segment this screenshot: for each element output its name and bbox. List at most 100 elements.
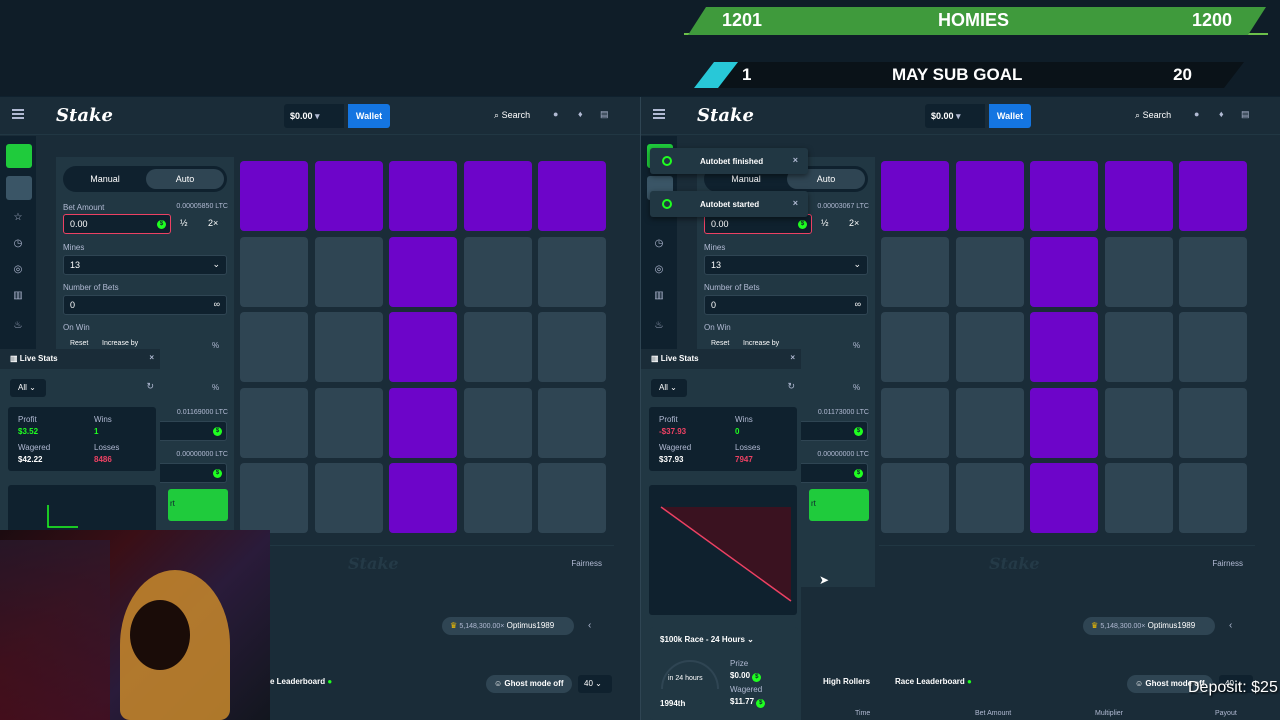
- trophy-icon[interactable]: ▥: [11, 290, 25, 304]
- hidden-tile[interactable]: [1179, 463, 1247, 533]
- hidden-tile[interactable]: [1179, 236, 1247, 307]
- balance-display[interactable]: $0.00 ▾: [284, 104, 344, 128]
- hidden-tile[interactable]: [463, 236, 532, 307]
- hidden-tile[interactable]: [881, 463, 949, 533]
- revealed-tile[interactable]: [463, 161, 532, 231]
- increase-button[interactable]: Increase by: [102, 340, 138, 347]
- number-of-bets-input[interactable]: 0 ∞: [63, 295, 227, 315]
- hidden-tile[interactable]: [240, 312, 308, 382]
- revealed-tile[interactable]: [955, 161, 1024, 231]
- tab-high-rollers[interactable]: High Rollers: [823, 677, 870, 686]
- notifications-icon[interactable]: ♦: [578, 109, 588, 119]
- revealed-tile[interactable]: [1030, 161, 1098, 231]
- hidden-tile[interactable]: [314, 387, 383, 458]
- history-icon[interactable]: ◷: [11, 238, 25, 252]
- notifications-icon[interactable]: ♦: [1219, 109, 1229, 119]
- close-icon[interactable]: ×: [790, 353, 795, 362]
- fire-icon[interactable]: ♨: [652, 320, 666, 334]
- hidden-tile[interactable]: [314, 312, 383, 382]
- hidden-tile[interactable]: [240, 387, 308, 458]
- chat-icon[interactable]: ▤: [600, 109, 610, 119]
- hidden-tile[interactable]: [1104, 236, 1173, 307]
- increase-button[interactable]: Increase by: [743, 340, 779, 347]
- hidden-tile[interactable]: [538, 236, 606, 307]
- chat-icon[interactable]: ▤: [1241, 109, 1251, 119]
- fairness-link[interactable]: Fairness: [1212, 559, 1243, 568]
- target-icon[interactable]: ◎: [11, 264, 25, 278]
- hidden-tile[interactable]: [1104, 463, 1173, 533]
- menu-icon[interactable]: [12, 109, 24, 119]
- fire-icon[interactable]: ♨: [11, 320, 25, 334]
- tab-manual[interactable]: Manual: [66, 169, 144, 189]
- revealed-tile[interactable]: [538, 161, 606, 231]
- close-icon[interactable]: ×: [793, 198, 798, 208]
- hidden-tile[interactable]: [463, 387, 532, 458]
- revealed-tile[interactable]: [389, 161, 457, 231]
- bet-amount-input[interactable]: 0.00 $: [63, 214, 171, 234]
- trophy-icon[interactable]: ▥: [652, 290, 666, 304]
- wallet-button[interactable]: Wallet: [348, 104, 390, 128]
- hidden-tile[interactable]: [1104, 387, 1173, 458]
- half-button[interactable]: ½: [180, 218, 188, 228]
- close-icon[interactable]: ×: [793, 155, 798, 165]
- revealed-tile[interactable]: [1104, 161, 1173, 231]
- hidden-tile[interactable]: [955, 463, 1024, 533]
- revealed-tile[interactable]: [1030, 387, 1098, 458]
- chevron-left-icon[interactable]: ‹: [588, 620, 591, 631]
- hidden-tile[interactable]: [955, 387, 1024, 458]
- revealed-tile[interactable]: [881, 161, 949, 231]
- hidden-tile[interactable]: [955, 312, 1024, 382]
- double-button[interactable]: 2×: [208, 218, 218, 228]
- half-button[interactable]: ½: [821, 218, 829, 228]
- revealed-tile[interactable]: [1030, 312, 1098, 382]
- wallet-button[interactable]: Wallet: [989, 104, 1031, 128]
- revealed-tile[interactable]: [314, 161, 383, 231]
- race-title[interactable]: $100k Race - 24 Hours ⌄: [660, 635, 754, 644]
- history-icon[interactable]: ◷: [652, 238, 666, 252]
- menu-icon[interactable]: [653, 109, 665, 119]
- stats-filter-select[interactable]: All ⌄: [10, 379, 46, 397]
- revealed-tile[interactable]: [389, 312, 457, 382]
- refresh-icon[interactable]: ↻: [146, 381, 154, 392]
- mines-select[interactable]: 13 ⌄: [704, 255, 868, 275]
- page-size-select[interactable]: 40 ⌄: [578, 675, 612, 693]
- refresh-icon[interactable]: ↻: [787, 381, 795, 392]
- star-icon[interactable]: ☆: [11, 212, 25, 226]
- mines-game-thumb[interactable]: [6, 144, 32, 168]
- revealed-tile[interactable]: [389, 387, 457, 458]
- user-icon[interactable]: ●: [1194, 109, 1204, 119]
- revealed-tile[interactable]: [240, 161, 308, 231]
- ghost-mode-toggle[interactable]: ☺ Ghost mode off: [486, 675, 572, 693]
- hidden-tile[interactable]: [463, 463, 532, 533]
- hidden-tile[interactable]: [881, 312, 949, 382]
- hidden-tile[interactable]: [314, 236, 383, 307]
- tab-leaderboard[interactable]: e Leaderboard ●: [270, 677, 332, 686]
- search-button[interactable]: ⌕ Search: [1135, 110, 1171, 121]
- number-of-bets-input[interactable]: 0 ∞: [704, 295, 868, 315]
- hidden-tile[interactable]: [1104, 312, 1173, 382]
- revealed-tile[interactable]: [1030, 463, 1098, 533]
- stake-logo[interactable]: Stake: [56, 105, 113, 126]
- close-icon[interactable]: ×: [149, 353, 154, 362]
- reset-button[interactable]: Reset: [70, 340, 88, 347]
- stats-filter-select[interactable]: All ⌄: [651, 379, 687, 397]
- tab-auto[interactable]: Auto: [146, 169, 224, 189]
- hidden-tile[interactable]: [538, 312, 606, 382]
- hidden-tile[interactable]: [1179, 387, 1247, 458]
- revealed-tile[interactable]: [389, 463, 457, 533]
- revealed-tile[interactable]: [1179, 161, 1247, 231]
- stake-logo[interactable]: Stake: [697, 105, 754, 126]
- mines-select[interactable]: 13 ⌄: [63, 255, 227, 275]
- hidden-tile[interactable]: [314, 463, 383, 533]
- balance-display[interactable]: $0.00 ▾: [925, 104, 985, 128]
- game-thumb[interactable]: [6, 176, 32, 200]
- hidden-tile[interactable]: [881, 387, 949, 458]
- start-autobet-button[interactable]: rt: [168, 489, 228, 521]
- hidden-tile[interactable]: [538, 387, 606, 458]
- hidden-tile[interactable]: [1179, 312, 1247, 382]
- hidden-tile[interactable]: [538, 463, 606, 533]
- bet-amount-input[interactable]: 0.00 $: [704, 214, 812, 234]
- top-win-chip[interactable]: ♛ 5,148,300.00× Optimus1989: [442, 617, 574, 635]
- hidden-tile[interactable]: [955, 236, 1024, 307]
- revealed-tile[interactable]: [1030, 236, 1098, 307]
